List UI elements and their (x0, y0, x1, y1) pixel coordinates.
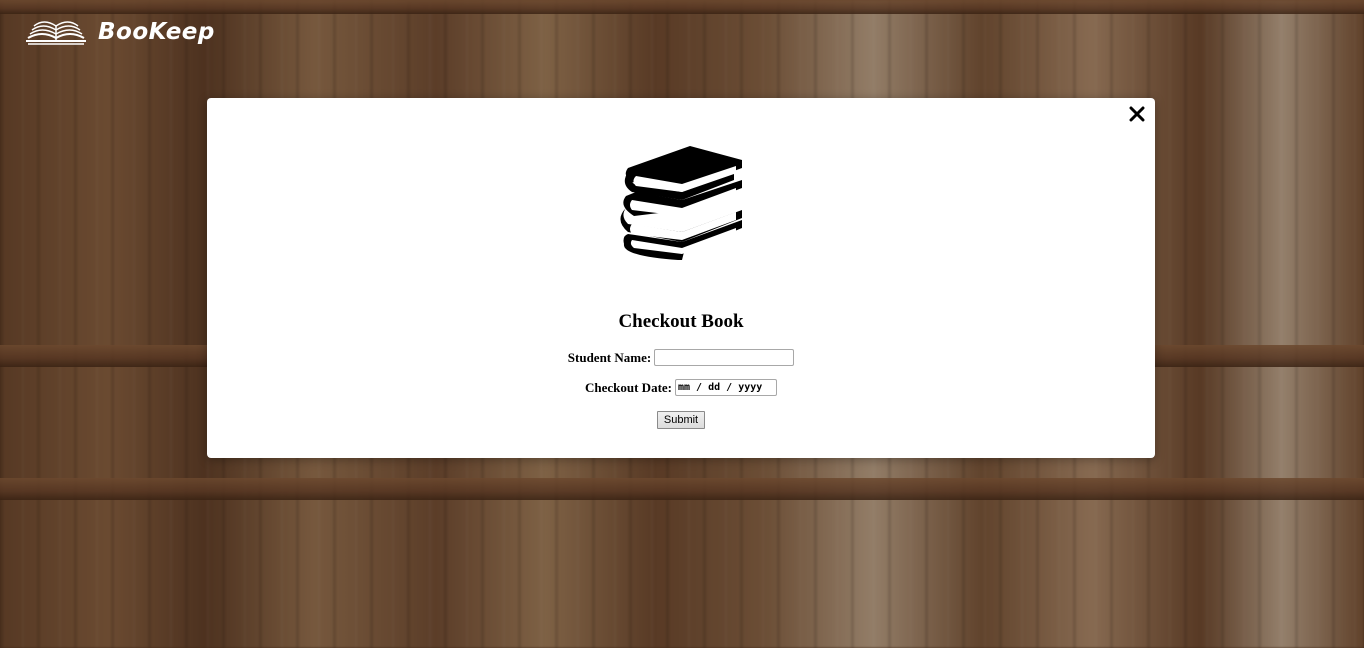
student-name-input[interactable] (654, 349, 795, 366)
close-button[interactable] (1125, 102, 1149, 126)
app-logo[interactable]: BooKeep (24, 16, 215, 48)
open-book-icon (26, 21, 86, 45)
page: BooKeep Checkout Book Student Name: Chec… (0, 0, 1364, 648)
checkout-date-label: Checkout Date: (584, 379, 672, 395)
books-stack-icon (620, 146, 742, 260)
logo-text: BooKeep (98, 19, 215, 45)
student-name-label: Student Name: (567, 349, 652, 365)
modal-title: Checkout Book (618, 311, 744, 332)
submit-button[interactable]: Submit (656, 411, 706, 429)
date-placeholder: mm / dd / yyyy (678, 382, 763, 393)
student-name-row: Student Name: (207, 349, 1155, 366)
close-icon (1129, 106, 1145, 122)
submit-row: Submit (207, 411, 1155, 429)
checkout-modal: Checkout Book Student Name: Checkout Dat… (207, 98, 1155, 458)
checkout-date-input[interactable]: mm / dd / yyyy (675, 379, 777, 396)
checkout-date-row: Checkout Date: mm / dd / yyyy (207, 379, 1155, 396)
